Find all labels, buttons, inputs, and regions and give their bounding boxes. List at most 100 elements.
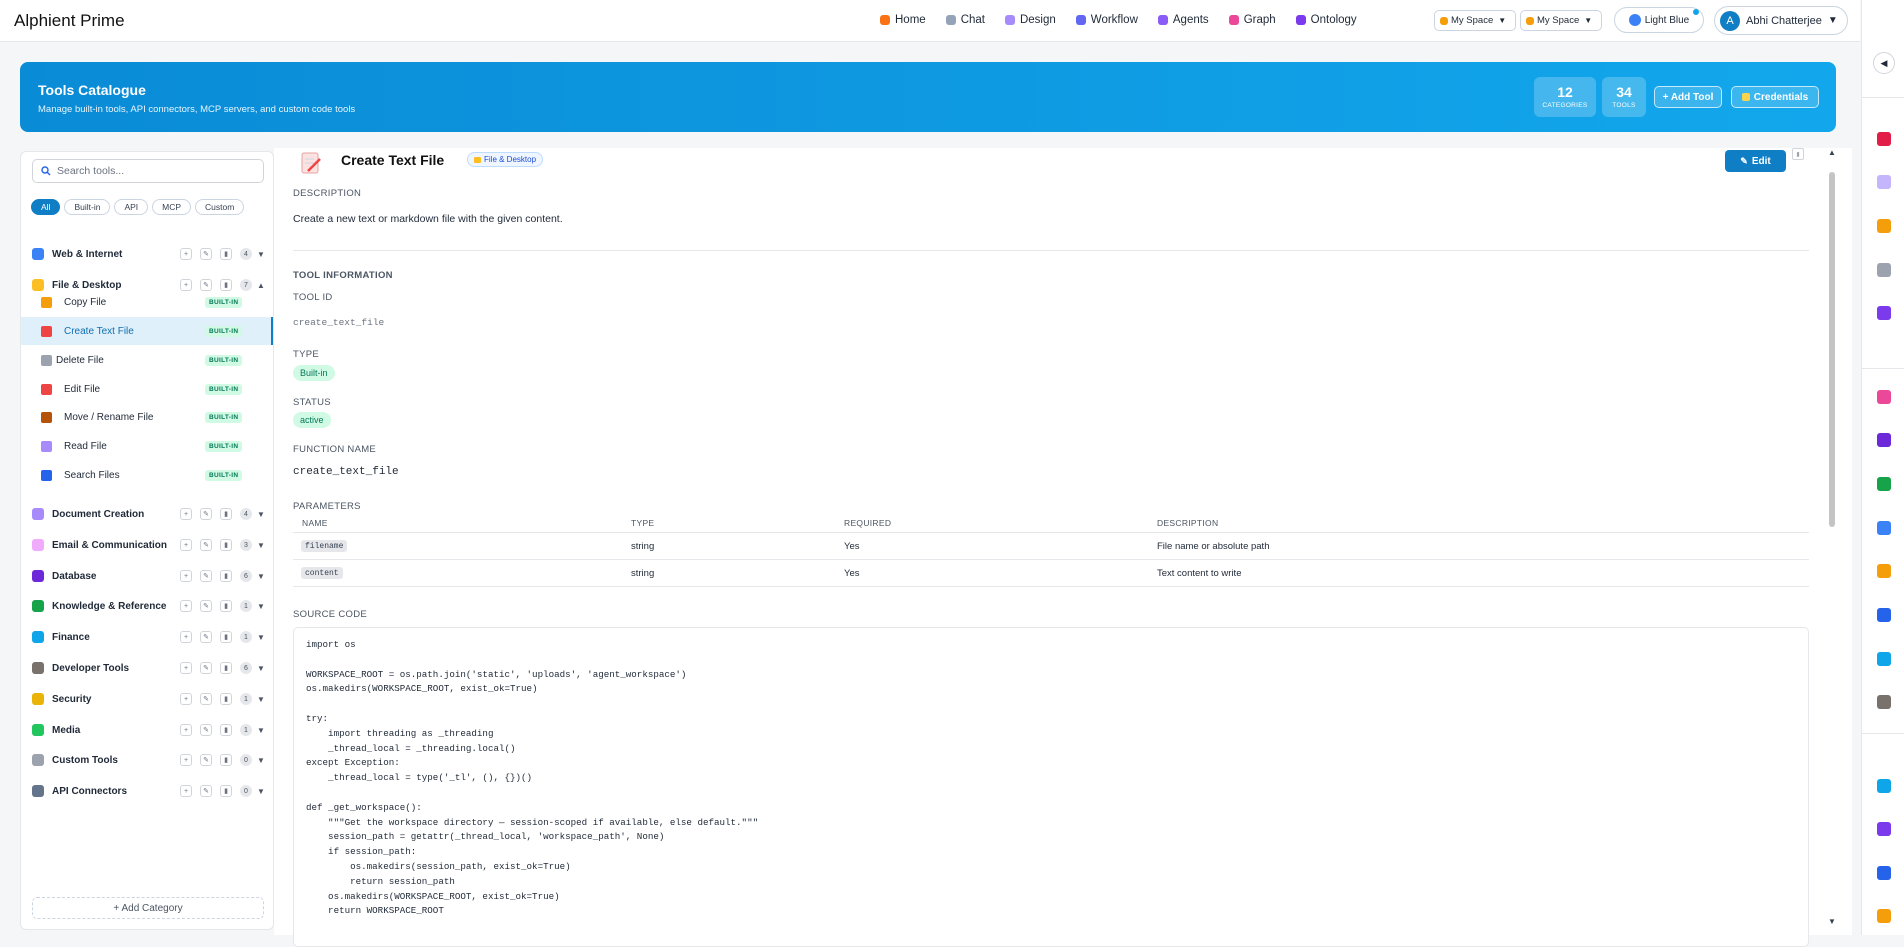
category-web-internet[interactable]: Web & Internet + ✎ ▮ 4 ▼	[21, 243, 273, 265]
space-select-2[interactable]: My Space ▼	[1520, 10, 1602, 31]
edit-icon[interactable]: ✎	[200, 248, 212, 260]
chevron-down-icon[interactable]: ▼	[257, 510, 265, 519]
source-code-box[interactable]: import os WORKSPACE_ROOT = os.path.join(…	[293, 627, 1809, 947]
books-icon[interactable]	[1877, 477, 1891, 491]
user-menu-button[interactable]: A Abhi Chatterjee ▼	[1714, 6, 1848, 35]
category-database[interactable]: Database + ✎ ▮ 6 ▼	[21, 565, 273, 587]
add-icon[interactable]: +	[180, 754, 192, 766]
edit-icon[interactable]: ✎	[200, 693, 212, 705]
add-icon[interactable]: +	[180, 539, 192, 551]
filter-custom[interactable]: Custom	[195, 199, 245, 215]
tool-item[interactable]: Read File BUILT-IN	[21, 432, 273, 460]
tool-item[interactable]: Copy File BUILT-IN	[21, 288, 273, 316]
category-media[interactable]: Media + ✎ ▮ 1 ▼	[21, 719, 273, 741]
add-tool-button[interactable]: + Add Tool	[1654, 86, 1722, 108]
scales-icon[interactable]	[1877, 909, 1891, 923]
filter-all[interactable]: All	[31, 199, 61, 215]
target-icon[interactable]	[1877, 132, 1891, 146]
tool-item[interactable]: Search Files BUILT-IN	[21, 461, 273, 489]
add-icon[interactable]: +	[180, 693, 192, 705]
edit-icon[interactable]: ✎	[200, 600, 212, 612]
category-finance[interactable]: Finance + ✎ ▮ 1 ▼	[21, 626, 273, 648]
add-icon[interactable]: +	[180, 724, 192, 736]
nav-chat[interactable]: Chat	[945, 14, 985, 26]
chevron-down-icon[interactable]: ▼	[257, 664, 265, 673]
filter-mcp[interactable]: MCP	[152, 199, 192, 215]
tools-icon[interactable]	[1877, 695, 1891, 709]
chevron-down-icon[interactable]: ▼	[257, 572, 265, 581]
save-icon[interactable]	[1877, 822, 1891, 836]
category-developer-tools[interactable]: Developer Tools + ✎ ▮ 6 ▼	[21, 657, 273, 679]
nav-design[interactable]: Design	[1004, 14, 1056, 26]
add-icon[interactable]: +	[180, 631, 192, 643]
brain-icon[interactable]	[1877, 390, 1891, 404]
edit-icon[interactable]: ✎	[200, 508, 212, 520]
scrollbar-thumb[interactable]	[1829, 172, 1835, 527]
globe-icon[interactable]	[1877, 779, 1891, 793]
robot-icon[interactable]	[1877, 306, 1891, 320]
nav-ontology[interactable]: Ontology	[1295, 14, 1357, 26]
add-icon[interactable]: +	[180, 508, 192, 520]
bot-face-icon[interactable]	[1877, 433, 1891, 447]
scroll-up-arrow[interactable]: ▲	[1828, 148, 1836, 157]
delete-icon[interactable]: ▮	[220, 693, 232, 705]
scroll-down-arrow[interactable]: ▼	[1828, 917, 1836, 926]
notes-icon[interactable]	[1877, 564, 1891, 578]
document-icon[interactable]	[1877, 175, 1891, 189]
chart-icon[interactable]	[1877, 866, 1891, 880]
delete-icon[interactable]: ▮	[220, 662, 232, 674]
tool-item[interactable]: Create Text File BUILT-IN	[21, 317, 273, 345]
search-input[interactable]: Search tools...	[32, 159, 264, 183]
nav-workflow[interactable]: Workflow	[1075, 14, 1138, 26]
filter-built-in[interactable]: Built-in	[64, 199, 111, 215]
add-icon[interactable]: +	[180, 600, 192, 612]
app-title[interactable]: Alphient Prime	[14, 11, 125, 31]
category-security[interactable]: Security + ✎ ▮ 1 ▼	[21, 688, 273, 710]
edit-icon[interactable]: ✎	[200, 631, 212, 643]
collapse-rail-button[interactable]: ◀	[1873, 52, 1895, 74]
chevron-down-icon[interactable]: ▼	[257, 602, 265, 611]
chevron-down-icon[interactable]: ▼	[257, 756, 265, 765]
delete-icon[interactable]: ▮	[220, 539, 232, 551]
chevron-down-icon[interactable]: ▼	[257, 695, 265, 704]
category-custom-tools[interactable]: Custom Tools + ✎ ▮ 0 ▼	[21, 749, 273, 771]
category-api-connectors[interactable]: API Connectors + ✎ ▮ 0 ▼	[21, 780, 273, 802]
delete-icon[interactable]: ▮	[220, 570, 232, 582]
filter-api[interactable]: API	[114, 199, 149, 215]
edit-icon[interactable]: ✎	[200, 785, 212, 797]
add-icon[interactable]: +	[180, 248, 192, 260]
delete-icon[interactable]: ▮	[220, 508, 232, 520]
edit-icon[interactable]: ✎	[200, 662, 212, 674]
edit-icon[interactable]: ✎	[200, 724, 212, 736]
chevron-down-icon[interactable]: ▼	[257, 250, 265, 259]
delete-icon[interactable]: ▮	[220, 785, 232, 797]
bag-icon[interactable]	[1877, 652, 1891, 666]
delete-button[interactable]: ▮	[1792, 148, 1804, 160]
nav-graph[interactable]: Graph	[1228, 14, 1276, 26]
chevron-down-icon[interactable]: ▼	[257, 787, 265, 796]
edit-button[interactable]: ✎ Edit	[1725, 150, 1786, 172]
shield-icon[interactable]	[1877, 608, 1891, 622]
add-icon[interactable]: +	[180, 570, 192, 582]
clipboard-icon[interactable]	[1877, 219, 1891, 233]
edit-icon[interactable]: ✎	[200, 570, 212, 582]
delete-icon[interactable]: ▮	[220, 248, 232, 260]
edit-icon[interactable]: ✎	[200, 539, 212, 551]
delete-icon[interactable]: ▮	[220, 724, 232, 736]
tool-item[interactable]: Edit File BUILT-IN	[21, 375, 273, 403]
chevron-down-icon[interactable]: ▼	[257, 633, 265, 642]
category-email-communication[interactable]: Email & Communication + ✎ ▮ 3 ▼	[21, 534, 273, 556]
add-icon[interactable]: +	[180, 785, 192, 797]
category-document-creation[interactable]: Document Creation + ✎ ▮ 4 ▼	[21, 503, 273, 525]
theme-button[interactable]: Light Blue	[1614, 7, 1704, 33]
scrollbar[interactable]: ▲ ▼	[1826, 148, 1838, 935]
credentials-button[interactable]: Credentials	[1731, 86, 1819, 108]
delete-icon[interactable]: ▮	[220, 600, 232, 612]
tool-item[interactable]: Move / Rename File BUILT-IN	[21, 403, 273, 431]
tool-item[interactable]: Delete File BUILT-IN	[21, 346, 273, 374]
space-select-1[interactable]: My Space ▼	[1434, 10, 1516, 31]
chevron-down-icon[interactable]: ▼	[257, 541, 265, 550]
delete-icon[interactable]: ▮	[220, 754, 232, 766]
category-knowledge-reference[interactable]: Knowledge & Reference + ✎ ▮ 1 ▼	[21, 595, 273, 617]
nav-home[interactable]: Home	[880, 14, 926, 26]
